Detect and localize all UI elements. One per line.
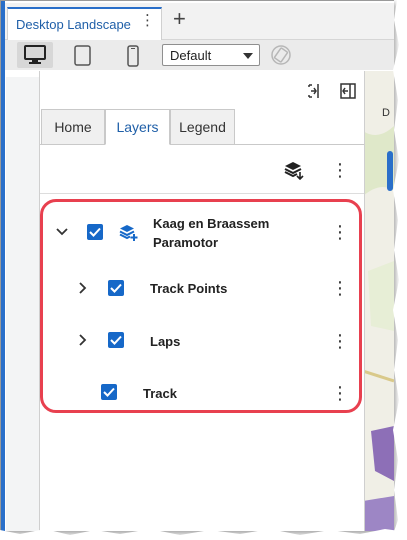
- device-tab-desktop-landscape[interactable]: Desktop Landscape ⋮: [7, 7, 162, 41]
- device-toolbar: Default: [5, 40, 394, 70]
- highlight-annotation: [40, 199, 362, 413]
- desktop-device-button[interactable]: [17, 42, 53, 68]
- more-options-icon[interactable]: ⋮: [140, 13, 155, 28]
- rotate-device-icon[interactable]: [269, 43, 293, 67]
- device-preset-select[interactable]: Default: [162, 44, 260, 66]
- monitor-icon: [24, 45, 46, 64]
- device-tab-bar: Desktop Landscape ⋮ +: [5, 3, 394, 41]
- device-preset-value: Default: [170, 48, 212, 63]
- panel-tabs: Home Layers Legend: [40, 109, 364, 145]
- app-window: D Desktop Landscape ⋮ + Default Home Lay…: [0, 0, 394, 531]
- left-accent-strip: [1, 1, 5, 531]
- tab-layers[interactable]: Layers: [105, 109, 170, 145]
- map-features: [362, 126, 394, 531]
- map-background-right[interactable]: [362, 71, 394, 531]
- layer-toolbar-more-icon[interactable]: ⋮: [331, 161, 349, 179]
- tablet-icon: [74, 45, 91, 66]
- add-tab-icon[interactable]: +: [173, 8, 186, 30]
- torn-edge-right: [391, 0, 407, 540]
- phone-icon: [127, 45, 139, 67]
- dock-panel-icon[interactable]: [340, 83, 356, 99]
- device-tab-label: Desktop Landscape: [16, 17, 131, 32]
- tablet-device-button[interactable]: [65, 42, 101, 68]
- tab-legend[interactable]: Legend: [170, 109, 235, 145]
- phone-device-button[interactable]: [115, 42, 151, 68]
- layer-toolbar: ⋮: [40, 145, 364, 194]
- map-background-left: [6, 77, 40, 531]
- chevron-down-icon: [243, 53, 253, 59]
- add-layer-stack-icon[interactable]: [284, 160, 304, 180]
- tab-home[interactable]: Home: [41, 109, 105, 145]
- map-label: D: [382, 107, 390, 119]
- torn-edge-bottom: [0, 529, 407, 540]
- collapse-panel-icon[interactable]: [308, 83, 322, 99]
